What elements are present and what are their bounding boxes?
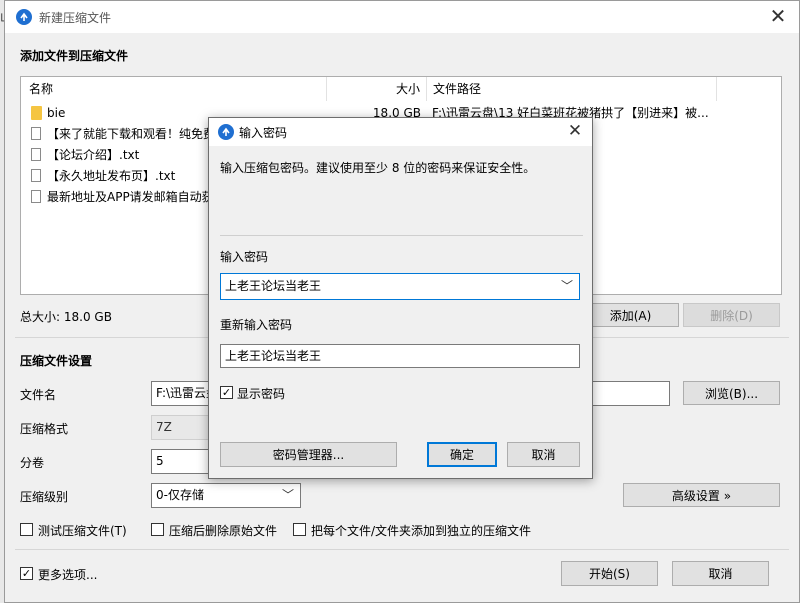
checkmark-icon: ✓ [21,567,32,580]
start-button[interactable]: 开始(S) [561,561,658,586]
main-titlebar: 新建压缩文件 ✕ [5,1,799,33]
browse-button[interactable]: 浏览(B)... [683,381,780,405]
divider [220,235,583,236]
total-size-label: 总大小: 18.0 GB [20,310,112,324]
section-add-header: 添加文件到压缩文件 [20,49,129,63]
filename-label: 文件名 [20,388,57,402]
advanced-settings-button[interactable]: 高级设置 » [623,483,780,507]
delete-original-checkbox[interactable] [151,523,164,536]
delete-button[interactable]: 删除(D) [683,303,780,327]
column-header-path[interactable]: 文件路径 [427,77,717,101]
password-description: 输入压缩包密码。建议使用至少 8 位的密码来保证安全性。 [220,161,536,175]
document-icon [31,190,41,203]
section-settings-header: 压缩文件设置 [20,354,93,368]
password-input[interactable]: 上老王论坛当老王 ﹀ [220,273,580,300]
more-options-label: 更多选项... [38,568,98,582]
column-header-name[interactable]: 名称 [21,77,327,101]
main-cancel-button[interactable]: 取消 [672,561,769,586]
separate-archives-checkbox[interactable] [293,523,306,536]
delete-original-label: 压缩后删除原始文件 [169,524,278,538]
volume-label: 分卷 [20,456,45,470]
app-logo-icon [16,9,32,25]
document-icon [31,169,41,182]
ok-button[interactable]: 确定 [427,442,497,467]
password-dialog-titlebar: 输入密码 ✕ [209,118,592,146]
chevron-down-icon: ﹀ [281,488,294,502]
separate-archives-label: 把每个文件/文件夹添加到独立的压缩文件 [311,524,532,538]
show-password-checkbox[interactable]: ✓ [220,386,233,399]
test-archive-checkbox[interactable] [20,523,33,536]
dialog-cancel-button[interactable]: 取消 [507,442,580,467]
folder-icon [31,106,42,120]
password-dialog-close-icon[interactable]: ✕ [565,121,585,141]
add-button[interactable]: 添加(A) [582,303,679,327]
password-dialog: 输入密码 ✕ 输入压缩包密码。建议使用至少 8 位的密码来保证安全性。 输入密码… [208,117,593,479]
main-window-title: 新建压缩文件 [39,11,112,25]
test-archive-label: 测试压缩文件(T) [38,524,127,538]
reenter-password-input[interactable]: 上老王论坛当老王 [220,344,580,368]
more-options-checkbox[interactable]: ✓ [20,567,33,580]
password-dialog-title: 输入密码 [239,126,288,140]
password-label: 输入密码 [220,250,269,264]
document-icon [31,148,41,161]
level-select[interactable]: 0-仅存储 ﹀ [151,483,301,508]
reenter-password-label: 重新输入密码 [220,318,293,332]
level-select-value: 0-仅存储 [156,488,204,502]
column-header-size[interactable]: 大小 [327,77,427,101]
main-close-icon[interactable]: ✕ [767,6,789,26]
level-label: 压缩级别 [20,490,69,504]
checkmark-icon: ✓ [221,386,232,399]
password-input-value: 上老王论坛当老王 [225,279,322,293]
chevron-down-icon[interactable]: ﹀ [561,274,573,299]
app-logo-icon [218,124,234,140]
divider [15,549,789,550]
document-icon [31,127,41,140]
password-manager-button[interactable]: 密码管理器... [220,442,397,467]
format-label: 压缩格式 [20,422,69,436]
show-password-label: 显示密码 [237,387,286,401]
